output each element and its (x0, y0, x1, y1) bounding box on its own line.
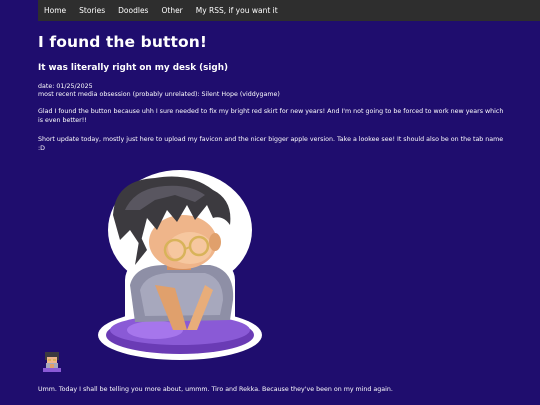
nav-link-home[interactable]: Home (44, 6, 66, 15)
post-paragraph-3: Umm. Today I shall be telling you more a… (38, 386, 393, 393)
post-media-obsession: most recent media obsession (probably un… (38, 91, 280, 99)
top-navbar: Home Stories Doodles Other My RSS, if yo… (38, 0, 540, 21)
post-title: I found the button! (38, 33, 208, 51)
post-paragraph-1: Glad I found the button because uhh I su… (38, 108, 504, 124)
nav-link-stories[interactable]: Stories (79, 6, 105, 15)
nav-link-doodles[interactable]: Doodles (118, 6, 148, 15)
character-illustration (98, 170, 262, 360)
favicon-sprite (43, 352, 61, 372)
nav-link-rss[interactable]: My RSS, if you want it (196, 6, 278, 15)
nav-link-other[interactable]: Other (161, 6, 182, 15)
post-subtitle: It was literally right on my desk (sigh) (38, 63, 228, 73)
post-date: date: 01/25/2025 (38, 83, 93, 90)
post-meta: date: 01/25/2025 most recent media obses… (38, 83, 280, 100)
post-paragraph-2: Short update today, mostly just here to … (38, 136, 504, 152)
page: Home Stories Doodles Other My RSS, if yo… (0, 0, 540, 405)
